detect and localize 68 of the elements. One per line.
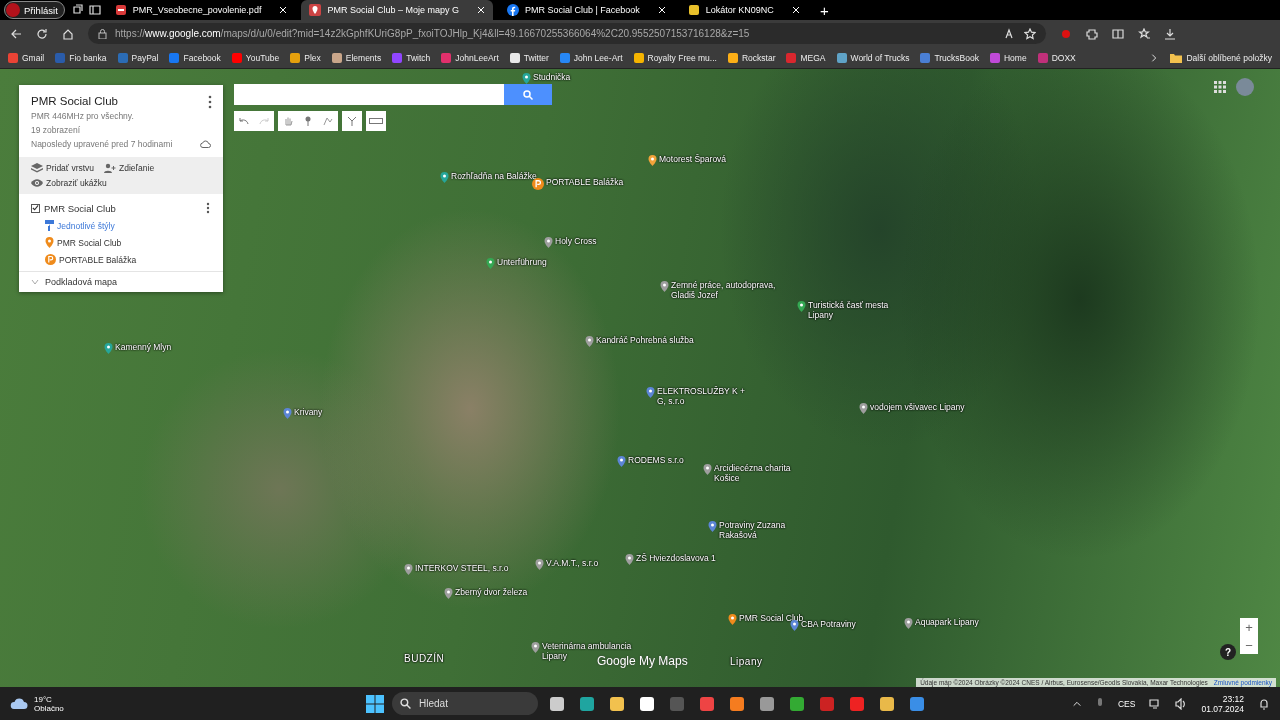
bookmark-link[interactable]: Twitter [509,52,549,63]
place-label: Motorest Šparová [659,155,727,165]
bookmark-link[interactable]: MEGA [786,52,826,63]
bookmark-link[interactable]: World of Trucks [836,52,910,63]
place-label: ZŠ Hviezdoslavova 1 [636,554,716,564]
map-title[interactable]: PMR Social Club [31,95,118,107]
bookmark-link[interactable]: TrucksBook [920,52,979,63]
place-label: Zemné práce, autodoprava, Gladiš Jozef [671,281,777,301]
view-count: 19 zobrazení [31,125,82,135]
bookmark-link[interactable]: Royalty Free mu... [633,52,717,63]
map-description: PMR 446MHz pro všechny. [31,111,135,121]
new-tab-button[interactable]: + [813,0,835,20]
place-label: Potraviny Zuzana Rakašová [719,521,787,541]
bookmark-link[interactable]: Home [989,52,1027,63]
base-map-toggle[interactable]: Podkladová mapa [19,271,223,292]
clock-time[interactable]: 23:12 [1222,694,1244,704]
bookmark-link[interactable]: PayPal [117,52,159,63]
place-label: Rozhľadňa na Balážke [451,172,537,182]
panel-action[interactable]: Zdieľanie [104,163,155,173]
place-label: V.A.M.T., s.r.o [546,559,599,569]
place-label: Arcidiecézna charita Košice [714,464,792,484]
taskbar-search[interactable]: Hledat [392,692,538,715]
place-label: Krivany [294,408,323,418]
bookmark-link[interactable]: Fio banka [55,52,107,63]
language-indicator[interactable]: CES [1117,699,1136,709]
bookmark-link[interactable]: Twitch [392,52,431,63]
browser-tab[interactable]: PMR Social Club – Moje mapy G [301,0,493,20]
bookmark-link[interactable]: Facebook [169,52,221,63]
last-edited-text: Naposledy upravené pred 7 hodinami [31,139,173,149]
place-label: Kandráč Pohrebná služba [596,336,694,346]
profile-button[interactable]: Přihlásit [4,1,65,19]
place-label: Zberný dvor železa [455,588,528,598]
place-label: Holy Cross [555,237,597,247]
place-label: Aquapark Lipany [915,618,979,628]
bookmark-link[interactable]: Rockstar [727,52,776,63]
clock-date[interactable]: 01.07.2024 [1201,704,1244,714]
temperature-text: 19°C [34,695,53,704]
place-label: INTERKOV STEEL, s.r.o [415,564,509,574]
place-label: RODEMS s.r.o [628,456,684,466]
help-button[interactable]: ? [1220,644,1236,660]
url-text: https://www.google.com/maps/d/u/0/edit?mid=14z2kGphfKUriG8pP_fxoiTOJHlp_Kj4&ll=49.16670255366064%2C20.9552507153716128&z=15 [115,28,750,39]
layer-item[interactable]: PMR Social Club [45,237,211,248]
bookmark-link[interactable]: Plex [290,52,321,63]
bookmark-link[interactable]: Gmail [8,52,45,63]
panel-action[interactable]: Zobraziť ukážku [31,178,107,188]
place-label: vodojem všivavec Lipany [870,403,965,413]
bookmark-link[interactable]: DOXX [1037,52,1076,63]
other-bookmarks-link[interactable]: Další oblíbené položky [1170,52,1272,63]
place-label: Studnička [533,73,571,83]
place-label: PORTABLE Balážka [546,178,624,188]
layer-name[interactable]: PMR Social Club [44,202,201,214]
bookmark-link[interactable]: JohnLeeArt [441,52,499,63]
town-label: Lipany [730,656,763,668]
place-label: Turistická časť mesta Lipany [808,301,890,321]
bookmark-link[interactable]: YouTube [231,52,280,63]
address-bar[interactable]: https://www.google.com/maps/d/u/0/edit?mid=14z2kGphfKUriG8pP_fxoiTOJHlp_Kj4&ll=49.16670255366064%2C20.9552507153716128&z=15 [88,23,1046,44]
weather-text: Oblačno [34,704,64,713]
place-label: CBA Potraviny [801,620,856,630]
bookmark-link[interactable]: Elements [331,52,382,63]
bookmark-link[interactable]: John Lee-Art [559,52,623,63]
my-maps-logo: Google My Maps [597,654,688,668]
town-label: BUDZÍN [404,653,445,665]
panel-action[interactable]: Pridať vrstvu [31,163,95,173]
layer-item[interactable]: PORTABLE Balážka [45,254,211,265]
place-label: Kamenný Mlyn [115,343,172,353]
style-link[interactable]: Jednotlivé štýly [45,220,211,231]
place-label: ELEKTROSLUŽBY K + G, s.r.o [657,387,746,407]
place-label: Unterführung [497,258,547,268]
